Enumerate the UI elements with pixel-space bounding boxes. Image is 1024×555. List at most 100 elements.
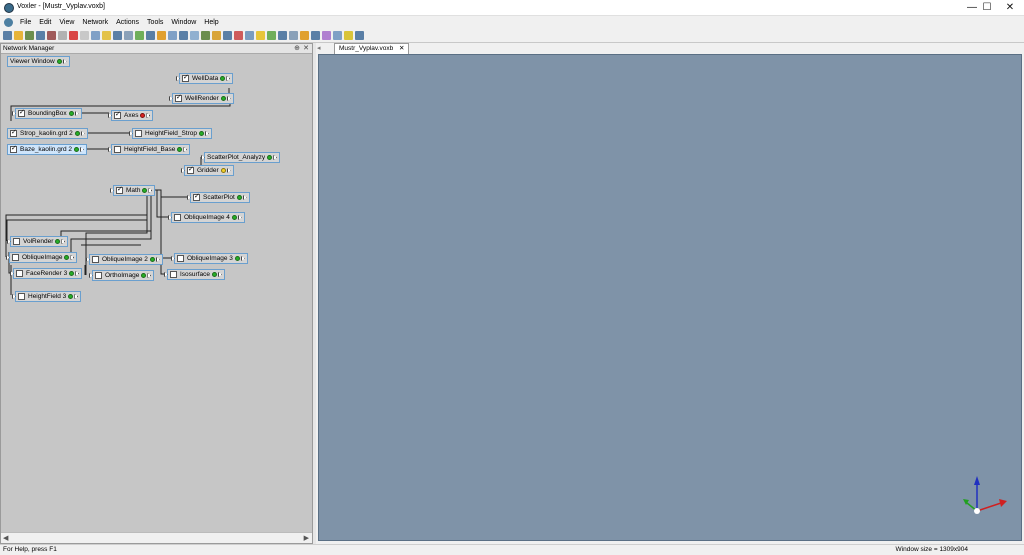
output-port-icon[interactable] <box>220 168 226 173</box>
node-obliqueimage-2[interactable]: ObliqueImage 2 <box>86 254 163 265</box>
output-port-icon[interactable] <box>68 111 74 116</box>
toolbar-button-icon[interactable] <box>91 31 100 40</box>
output-port-icon[interactable] <box>234 256 240 261</box>
output-port-icon[interactable] <box>142 188 148 193</box>
tab-close-icon[interactable]: ✕ <box>399 45 404 52</box>
toolbar-button-icon[interactable] <box>146 31 155 40</box>
node-math[interactable]: Math <box>110 185 156 196</box>
node-checkbox[interactable] <box>135 130 142 137</box>
node-checkbox[interactable] <box>12 254 19 261</box>
output-port-icon[interactable] <box>231 215 237 220</box>
toolbar-button-icon[interactable] <box>47 31 56 40</box>
node-heightfield-base[interactable]: HeightField_Base <box>108 144 191 155</box>
node-strop-kaolin[interactable]: Strop_kaolin.grd 2 <box>7 128 88 139</box>
scroll-left-icon[interactable]: ◀ <box>3 534 8 542</box>
close-panel-icon[interactable]: ✕ <box>303 44 309 52</box>
output-port-icon[interactable] <box>69 271 75 276</box>
output-port-icon[interactable] <box>149 257 155 262</box>
output-port-icon[interactable] <box>74 147 80 152</box>
node-isosurface[interactable]: Isosurface <box>164 269 225 280</box>
output-port-icon[interactable] <box>74 131 80 136</box>
node-checkbox[interactable] <box>114 146 121 153</box>
toolbar-button-icon[interactable] <box>245 31 254 40</box>
output-port-icon[interactable] <box>199 131 205 136</box>
node-checkbox[interactable] <box>92 256 99 263</box>
toolbar-button-icon[interactable] <box>179 31 188 40</box>
menu-file[interactable]: File <box>16 16 35 29</box>
node-scatterplot-analyzy[interactable]: ScatterPlot_Analyzy <box>201 152 281 163</box>
output-port-icon[interactable] <box>64 255 70 260</box>
node-obliqueimage[interactable]: ObliqueImage <box>6 252 78 263</box>
toolbar-button-icon[interactable] <box>168 31 177 40</box>
node-boundingbox[interactable]: BoundingBox <box>12 108 82 119</box>
menu-tools[interactable]: Tools <box>143 16 167 29</box>
node-axes[interactable]: Axes <box>108 110 154 121</box>
tab-mustr-vyplav[interactable]: Mustr_Vyplav.voxb ✕ <box>334 43 410 54</box>
node-welldata[interactable]: WellData <box>176 73 234 84</box>
node-heightfield-3[interactable]: HeightField 3 <box>12 291 82 302</box>
node-scatterplot[interactable]: ScatterPlot <box>187 192 250 203</box>
node-checkbox[interactable] <box>170 271 177 278</box>
node-checkbox[interactable] <box>174 214 181 221</box>
output-port-icon[interactable] <box>220 96 226 101</box>
node-facerender-3[interactable]: FaceRender 3 <box>10 268 83 279</box>
toolbar-button-icon[interactable] <box>212 31 221 40</box>
toolbar-button-icon[interactable] <box>102 31 111 40</box>
tab-scroll-icon[interactable]: ◂ <box>317 44 321 52</box>
node-checkbox[interactable] <box>10 144 17 153</box>
node-heightfield-strop[interactable]: HeightField_Strop <box>129 128 213 139</box>
toolbar-button-icon[interactable] <box>135 31 144 40</box>
output-port-icon[interactable] <box>55 239 61 244</box>
close-button[interactable]: ✕ <box>996 0 1024 16</box>
node-baze-kaolin[interactable]: Baze_kaolin.grd 2 <box>7 144 88 155</box>
toolbar-button-icon[interactable] <box>113 31 122 40</box>
node-checkbox[interactable] <box>18 293 25 300</box>
toolbar-button-icon[interactable] <box>36 31 45 40</box>
toolbar-button-icon[interactable] <box>322 31 331 40</box>
toolbar-button-icon[interactable] <box>234 31 243 40</box>
output-port-icon[interactable] <box>220 76 226 81</box>
output-port-icon[interactable] <box>68 294 74 299</box>
toolbar-button-icon[interactable] <box>223 31 232 40</box>
node-gridder[interactable]: Gridder <box>181 165 234 176</box>
toolbar-button-icon[interactable] <box>289 31 298 40</box>
node-checkbox[interactable] <box>16 270 23 277</box>
node-checkbox[interactable] <box>187 165 194 174</box>
voxler-app-icon[interactable] <box>4 3 14 13</box>
toolbar-button-icon[interactable] <box>190 31 199 40</box>
node-checkbox[interactable] <box>13 238 20 245</box>
node-wellrender[interactable]: WellRender <box>169 93 234 104</box>
node-checkbox[interactable] <box>18 108 25 117</box>
menu-window[interactable]: Window <box>167 16 200 29</box>
toolbar-button-icon[interactable] <box>278 31 287 40</box>
toolbar-button-icon[interactable] <box>124 31 133 40</box>
scroll-right-icon[interactable]: ▶ <box>304 534 309 542</box>
toolbar-button-icon[interactable] <box>3 31 12 40</box>
output-port-icon[interactable] <box>56 59 62 64</box>
pin-icon[interactable]: ⊕ <box>294 44 300 52</box>
toolbar-button-icon[interactable] <box>157 31 166 40</box>
node-checkbox[interactable] <box>95 272 102 279</box>
menu-view[interactable]: View <box>55 16 78 29</box>
output-port-icon[interactable] <box>267 155 273 160</box>
toolbar-button-icon[interactable] <box>69 31 78 40</box>
document-icon[interactable] <box>4 18 13 27</box>
output-port-icon[interactable] <box>236 195 242 200</box>
node-volrender[interactable]: VolRender <box>7 236 69 247</box>
node-checkbox[interactable] <box>116 185 123 194</box>
output-port-icon[interactable] <box>140 113 146 118</box>
output-port-icon[interactable] <box>212 272 217 277</box>
toolbar-button-icon[interactable] <box>25 31 34 40</box>
node-checkbox[interactable] <box>193 192 200 201</box>
toolbar-button-icon[interactable] <box>333 31 342 40</box>
node-checkbox[interactable] <box>114 110 121 119</box>
menu-edit[interactable]: Edit <box>35 16 55 29</box>
node-checkbox[interactable] <box>175 93 182 102</box>
output-port-icon[interactable] <box>177 147 183 152</box>
menu-actions[interactable]: Actions <box>112 16 143 29</box>
menu-network[interactable]: Network <box>78 16 112 29</box>
toolbar-button-icon[interactable] <box>300 31 309 40</box>
output-port-icon[interactable] <box>141 273 147 278</box>
toolbar-button-icon[interactable] <box>80 31 89 40</box>
toolbar-button-icon[interactable] <box>14 31 23 40</box>
